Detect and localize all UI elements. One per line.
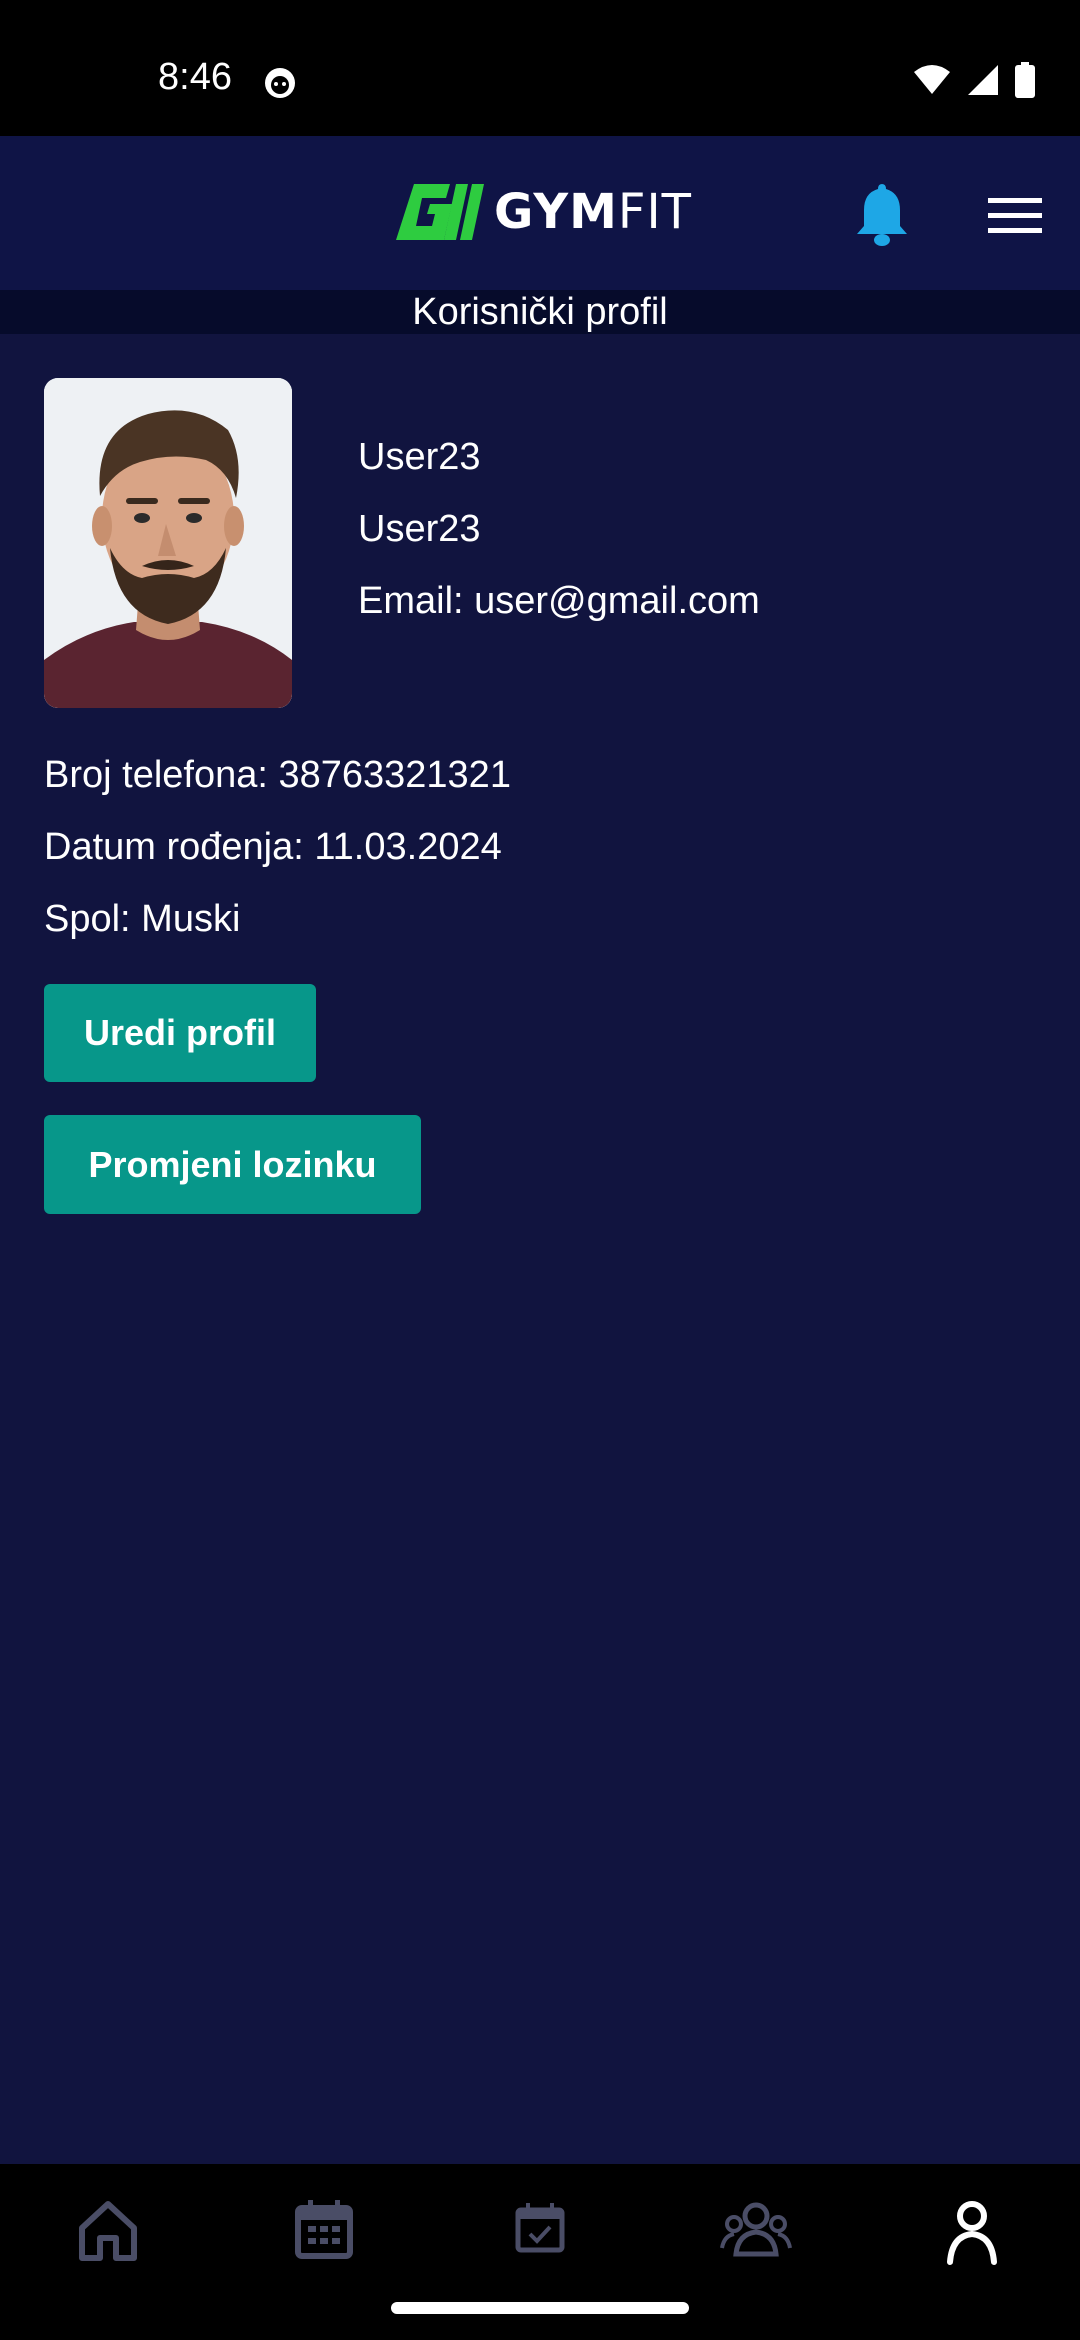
avatar: [44, 378, 292, 708]
status-time: 8:46: [158, 56, 232, 98]
profile-gender: Spol: Muski: [44, 898, 241, 940]
page-title: Korisnički profil: [412, 290, 668, 333]
logo-primary: GYM: [494, 184, 618, 240]
bell-icon[interactable]: [852, 180, 912, 248]
page-title-bar: Korisnički profil: [0, 290, 1080, 334]
logo-secondary: FIT: [617, 184, 692, 240]
profile-birth-date: Datum rođenja: 11.03.2024: [44, 826, 502, 868]
calendar-check-icon[interactable]: [500, 2190, 580, 2270]
profile-email: Email: user@gmail.com: [358, 580, 760, 622]
signal-icon: [968, 65, 998, 95]
app-header: GYMFIT: [0, 136, 1080, 290]
gymfit-logo[interactable]: GYMFIT: [392, 182, 692, 242]
gymfit-logo-mark-icon: [396, 184, 484, 240]
app-screen: 8:46 GYMFIT Korisnički profil User23 Use…: [0, 0, 1080, 2340]
edit-profile-button[interactable]: Uredi profil: [44, 984, 316, 1082]
wifi-icon: [914, 65, 950, 94]
hamburger-menu-icon[interactable]: [988, 196, 1042, 236]
profile-icon[interactable]: [932, 2190, 1012, 2270]
home-indicator[interactable]: [391, 2302, 689, 2314]
notification-cat-icon: [265, 68, 295, 98]
battery-icon: [1015, 62, 1035, 98]
profile-last-name: User23: [358, 508, 481, 550]
calendar-icon[interactable]: [284, 2190, 364, 2270]
avatar-portrait-image: [44, 378, 292, 708]
home-icon[interactable]: [68, 2190, 148, 2270]
status-icons: [912, 62, 1036, 98]
profile-phone: Broj telefona: 38763321321: [44, 754, 511, 796]
logo-wordmark: GYMFIT: [494, 184, 692, 240]
change-password-button[interactable]: Promjeni lozinku: [44, 1115, 421, 1214]
group-icon[interactable]: [716, 2190, 796, 2270]
profile-first-name: User23: [358, 436, 481, 478]
status-bar: 8:46: [0, 0, 1080, 136]
